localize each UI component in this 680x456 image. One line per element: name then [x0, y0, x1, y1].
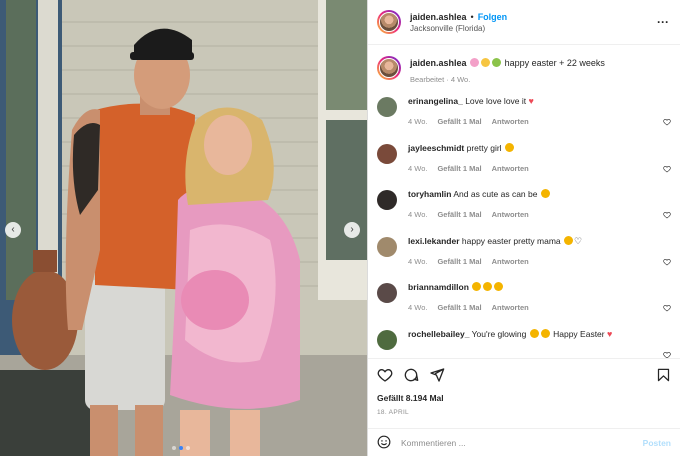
comment-username[interactable]: lexi.lekander — [408, 236, 460, 246]
post-actions: Gefällt 8.194 Mal 18. APRIL — [368, 358, 680, 428]
comment-avatar[interactable] — [377, 236, 397, 257]
comment-avatar[interactable] — [377, 329, 397, 350]
comment-username[interactable]: jayleeschmidt — [408, 143, 464, 153]
comment-text: And as cute as can be — [453, 189, 538, 199]
comment-item: briannamdillon 4 Wo. Gefällt 1 Mal Antwo… — [377, 282, 671, 329]
post-button[interactable]: Posten — [643, 438, 671, 448]
heart-eyes-emoji-icon — [483, 282, 493, 291]
flower-emoji-icon — [470, 58, 480, 67]
post-date: 18. APRIL — [377, 409, 409, 416]
comment-item: jayleeschmidt pretty girl 4 Wo. Gefällt … — [377, 142, 671, 190]
comment-time: 4 Wo. — [408, 117, 428, 126]
likes-count[interactable]: Gefällt 8.194 Mal — [377, 393, 671, 403]
red-heart-emoji-icon: ♥ — [528, 96, 534, 106]
share-icon[interactable] — [429, 367, 445, 385]
reply-button[interactable]: Antworten — [492, 303, 529, 312]
comment-text: pretty girl — [466, 142, 502, 153]
comment-time: 4 Wo. — [408, 163, 428, 173]
comment-likes[interactable]: Gefällt 1 Mal — [437, 117, 481, 126]
carousel-dots — [172, 446, 190, 450]
heart-eyes-emoji-icon — [540, 189, 550, 198]
like-comment-heart-icon[interactable] — [659, 149, 671, 190]
post-sidebar: jaiden.ashlea • Folgen Jacksonville (Flo… — [367, 0, 680, 456]
post-photo[interactable]: ‹ › — [0, 0, 367, 456]
comment-text: You're glowing — [471, 328, 527, 339]
heart-eyes-emoji-icon — [504, 142, 514, 152]
comment-item: toryhamlin And as cute as can be 4 Wo. G… — [377, 189, 671, 236]
comment-avatar[interactable] — [377, 143, 397, 164]
instagram-post: ‹ › jaiden.ashlea • Folgen Jacksonville … — [0, 0, 680, 456]
comment-username[interactable]: erinangelina_ — [408, 96, 463, 106]
header-separator: • — [470, 11, 474, 22]
comment-text-trailing: Happy Easter — [553, 328, 605, 339]
header-text: jaiden.ashlea • Folgen Jacksonville (Flo… — [410, 12, 655, 33]
comment-item: lexi.lekander happy easter pretty mama ♡… — [377, 235, 671, 283]
comment-username[interactable]: briannamdillon — [408, 282, 469, 292]
reply-button[interactable]: Antworten — [492, 117, 529, 126]
comment-text: happy easter pretty mama — [461, 235, 561, 246]
heart-icon[interactable] — [377, 367, 393, 385]
comment-time: 4 Wo. — [408, 256, 428, 266]
heart-eyes-emoji-icon — [529, 328, 539, 338]
sparkle-emoji-icon — [492, 58, 502, 67]
heart-eyes-emoji-icon — [564, 235, 574, 245]
carousel-dot — [172, 446, 176, 450]
reply-button[interactable]: Antworten — [492, 164, 529, 173]
like-comment-heart-icon[interactable] — [659, 242, 671, 283]
caption-meta: Bearbeitet · 4 Wo. — [410, 75, 471, 84]
caption-username[interactable]: jaiden.ashlea — [410, 58, 467, 68]
location-link[interactable]: Jacksonville (Florida) — [410, 24, 655, 33]
comment-avatar[interactable] — [377, 190, 397, 210]
bookmark-icon[interactable] — [656, 367, 671, 385]
avatar[interactable] — [377, 10, 401, 34]
reply-button[interactable]: Antworten — [492, 210, 529, 219]
heart-eyes-emoji-icon — [494, 282, 504, 291]
like-comment-heart-icon[interactable] — [659, 102, 671, 143]
comment-likes[interactable]: Gefällt 1 Mal — [437, 164, 481, 173]
photo-image — [0, 0, 367, 456]
caption-text: happy easter + 22 weeks — [504, 58, 605, 68]
more-horizontal-icon[interactable]: ··· — [655, 15, 671, 29]
chevron-right-icon[interactable]: › — [344, 222, 360, 238]
follow-button[interactable]: Folgen — [478, 12, 508, 22]
comment-item: rochellebailey_ You're glowing Happy Eas… — [377, 328, 671, 358]
comment-likes[interactable]: Gefällt 1 Mal — [437, 303, 481, 312]
chick-emoji-icon — [481, 58, 491, 67]
reply-button[interactable]: Antworten — [492, 257, 529, 266]
like-comment-heart-icon[interactable] — [659, 335, 671, 358]
carousel-dot — [186, 446, 190, 450]
comment-time: 4 Wo. — [408, 303, 428, 312]
heart-eyes-emoji-icon — [540, 328, 550, 338]
comment-text: Love love love it — [465, 96, 527, 106]
heart-eyes-emoji-icon — [472, 282, 482, 291]
comment-item: erinangelina_ Love love love it ♥ 4 Wo. … — [377, 96, 671, 143]
post-header: jaiden.ashlea • Folgen Jacksonville (Flo… — [368, 0, 680, 45]
chevron-left-icon[interactable]: ‹ — [5, 222, 21, 238]
carousel-dot-active — [179, 446, 183, 450]
caption: jaiden.ashlea happy easter + 22 weeks Be… — [377, 53, 671, 84]
like-comment-heart-icon[interactable] — [659, 288, 671, 329]
header-username[interactable]: jaiden.ashlea — [410, 12, 467, 22]
emoji-icon[interactable] — [377, 435, 391, 451]
comment-username[interactable]: rochellebailey_ — [408, 329, 469, 339]
like-comment-heart-icon[interactable] — [659, 195, 671, 236]
caption-avatar[interactable] — [377, 56, 401, 80]
comment-avatar[interactable] — [377, 97, 397, 117]
comment-time: 4 Wo. — [408, 210, 428, 219]
comment-username[interactable]: toryhamlin — [408, 189, 451, 199]
comment-likes[interactable]: Gefällt 1 Mal — [437, 257, 481, 266]
comment-composer: Posten — [368, 428, 680, 456]
comment-icon[interactable] — [403, 367, 419, 385]
red-heart-emoji-icon: ♥ — [606, 328, 613, 339]
white-heart-emoji-icon: ♡ — [574, 235, 583, 246]
comments-list[interactable]: jaiden.ashlea happy easter + 22 weeks Be… — [368, 45, 680, 358]
comment-avatar[interactable] — [377, 283, 397, 303]
comment-likes[interactable]: Gefällt 1 Mal — [437, 210, 481, 219]
comment-input[interactable] — [401, 437, 643, 448]
